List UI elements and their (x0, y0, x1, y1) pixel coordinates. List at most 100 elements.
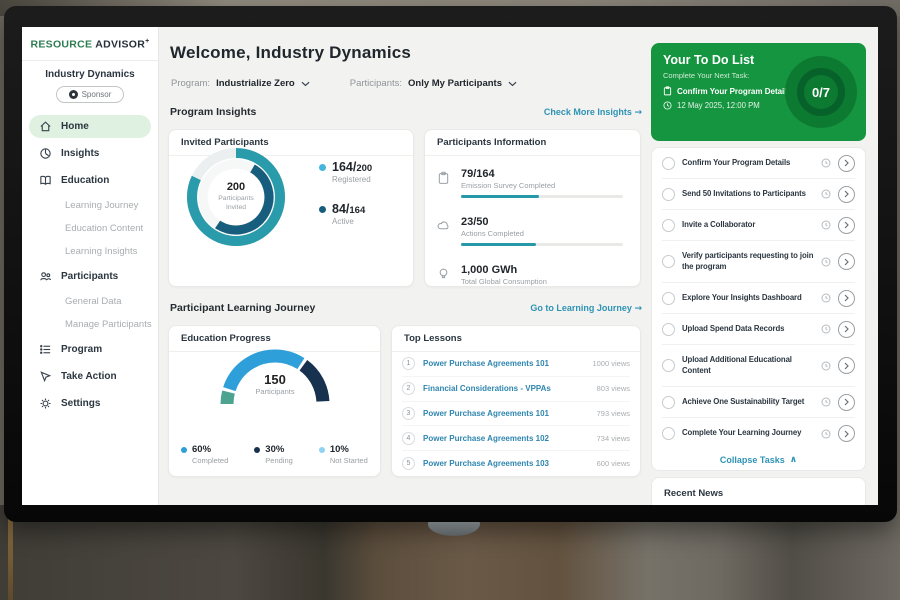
todo-item[interactable]: Complete Your Learning Journey (662, 418, 855, 449)
chevron-down-icon (508, 81, 517, 87)
legend-pending: 30%Pending (254, 444, 293, 465)
sidebar-nav: Home Insights Education Learning Journey… (22, 115, 158, 417)
lesson-row: 5 Power Purchase Agreements 103 600 view… (402, 451, 630, 476)
open-task-button[interactable] (838, 321, 855, 338)
learning-journey-header: Participant Learning Journey Go to Learn… (170, 302, 642, 314)
chevron-right-icon (844, 325, 849, 333)
open-task-button[interactable] (838, 394, 855, 411)
sidebar-item-label: Insights (61, 148, 99, 159)
checkbox[interactable] (662, 359, 675, 372)
gauge-center-label: 150 Participants (213, 372, 337, 396)
sidebar-item-program[interactable]: Program (22, 336, 158, 363)
check-more-insights-link[interactable]: Check More Insights → (544, 107, 642, 118)
task-clock-icon (821, 293, 831, 303)
program-list-icon (39, 343, 52, 356)
todo-item[interactable]: Upload Additional Educational Content (662, 345, 855, 387)
sponsor-icon (69, 90, 78, 99)
dashboard-screen: RESOURCE ADVISOR+ Industry Dynamics Spon… (22, 27, 878, 505)
todo-list-card: Confirm Your Program Details Send 50 Inv… (651, 147, 866, 471)
sidebar-item-learning-insights[interactable]: Learning Insights (22, 240, 158, 263)
participants-select-value: Only My Participants (408, 78, 502, 89)
checkbox[interactable] (662, 157, 675, 170)
todo-item[interactable]: Achieve One Sustainability Target (662, 387, 855, 418)
actions-cloud-icon (437, 219, 450, 232)
open-task-button[interactable] (838, 186, 855, 203)
page-title: Welcome, Industry Dynamics (170, 43, 411, 63)
checkbox[interactable] (662, 255, 675, 268)
checkbox[interactable] (662, 427, 675, 440)
sidebar-item-manage-participants[interactable]: Manage Participants (22, 313, 158, 336)
donut-legend: 164/200 Registered 84/164 Active (319, 160, 372, 244)
todo-item[interactable]: Verify participants requesting to join t… (662, 241, 855, 283)
open-task-button[interactable] (838, 425, 855, 442)
top-lessons-card: Top Lessons 1 Power Purchase Agreements … (391, 325, 641, 477)
sidebar-item-participants[interactable]: Participants (22, 263, 158, 290)
metric-emission-survey: 79/164 Emission Survey Completed (437, 168, 630, 198)
checkbox[interactable] (662, 219, 675, 232)
todo-item[interactable]: Invite a Collaborator (662, 210, 855, 241)
todo-summary-panel: Your To Do List Complete Your Next Task:… (651, 43, 866, 141)
collapse-tasks-link[interactable]: Collapse Tasks ∧ (662, 449, 855, 471)
checkbox[interactable] (662, 188, 675, 201)
lesson-link[interactable]: Financial Considerations - VPPAs (423, 384, 589, 393)
todo-item[interactable]: Upload Spend Data Records (662, 314, 855, 345)
open-task-button[interactable] (838, 155, 855, 172)
program-select[interactable]: Program: Industrialize Zero (171, 78, 310, 89)
sidebar-item-label: Settings (61, 398, 100, 409)
checkbox[interactable] (662, 396, 675, 409)
program-insights-header: Program Insights Check More Insights → (170, 106, 642, 118)
sidebar-item-home[interactable]: Home (29, 115, 151, 138)
chevron-right-icon (844, 190, 849, 198)
participants-select[interactable]: Participants: Only My Participants (350, 78, 517, 89)
progress-count: 0/7 (812, 85, 830, 100)
rank-badge: 2 (402, 382, 415, 395)
lesson-link[interactable]: Power Purchase Agreements 101 (423, 409, 589, 418)
recent-news-title: Recent News (652, 478, 865, 505)
metric-actions-completed: 23/50 Actions Completed (437, 216, 630, 246)
legend-not-started: 10%Not Started (319, 444, 368, 465)
todo-item[interactable]: Confirm Your Program Details (662, 148, 855, 179)
participants-select-label: Participants: (350, 78, 402, 89)
sidebar-item-settings[interactable]: Settings (22, 390, 158, 417)
open-task-button[interactable] (838, 290, 855, 307)
lesson-link[interactable]: Power Purchase Agreements 101 (423, 359, 584, 368)
sidebar-item-education[interactable]: Education (22, 167, 158, 194)
open-task-button[interactable] (838, 253, 855, 270)
sidebar-item-general-data[interactable]: General Data (22, 290, 158, 313)
todo-item[interactable]: Send 50 Invitations to Participants (662, 179, 855, 210)
lesson-link[interactable]: Power Purchase Agreements 102 (423, 434, 589, 443)
sidebar-item-label: Education (61, 175, 109, 186)
task-clock-icon (821, 429, 831, 439)
task-clock-icon (821, 220, 831, 230)
sidebar-item-insights[interactable]: Insights (22, 140, 158, 167)
open-task-button[interactable] (838, 357, 855, 374)
open-task-button[interactable] (838, 217, 855, 234)
sidebar: RESOURCE ADVISOR+ Industry Dynamics Spon… (22, 27, 159, 505)
rank-badge: 3 (402, 407, 415, 420)
lesson-link[interactable]: Power Purchase Agreements 103 (423, 459, 589, 468)
legend-dot (319, 164, 326, 171)
sidebar-item-learning-journey[interactable]: Learning Journey (22, 194, 158, 217)
invited-participants-donut: 200 Participants Invited (181, 142, 291, 252)
recent-news-card: Recent News (651, 477, 866, 505)
clock-icon (663, 101, 672, 110)
todo-item[interactable]: Explore Your Insights Dashboard (662, 283, 855, 314)
todo-progress-ring: 0/7 (785, 56, 857, 128)
gauge-legend: 60%Completed 30%Pending 10%Not Started (181, 444, 368, 465)
legend-completed: 60%Completed (181, 444, 228, 465)
checkbox[interactable] (662, 323, 675, 336)
donut-center-label: 200 Participants Invited (181, 142, 291, 252)
card-title: Top Lessons (392, 326, 640, 352)
metric-consumption: 1,000 GWh Total Global Consumption (437, 264, 630, 286)
sidebar-item-take-action[interactable]: Take Action (22, 363, 158, 390)
sidebar-item-education-content[interactable]: Education Content (22, 217, 158, 240)
program-select-value: Industrialize Zero (216, 78, 295, 89)
go-to-learning-journey-link[interactable]: Go to Learning Journey → (530, 303, 642, 314)
participants-icon (39, 270, 52, 283)
home-icon (39, 120, 52, 133)
checkbox[interactable] (662, 292, 675, 305)
sidebar-item-label: Education Content (65, 223, 143, 234)
sidebar-item-label: Program (61, 344, 102, 355)
card-title: Participants Information (425, 130, 640, 156)
logo-plus: + (145, 38, 149, 45)
